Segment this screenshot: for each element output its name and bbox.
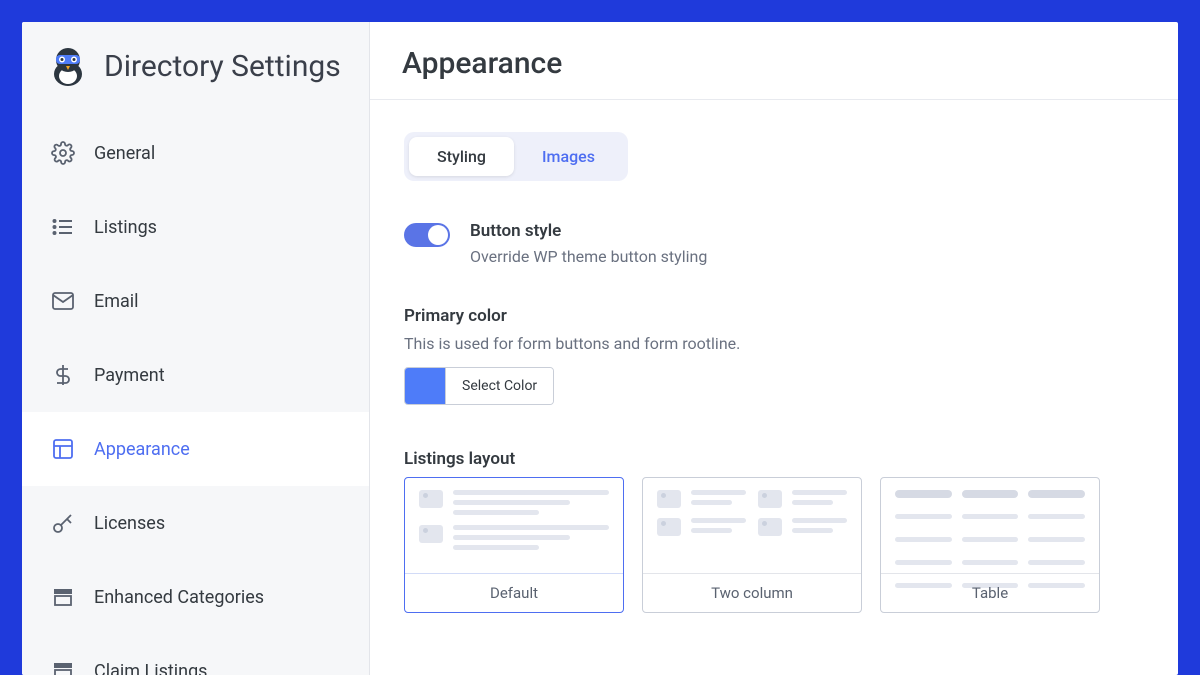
main-panel: Appearance Styling Images Button style O… [370, 22, 1178, 675]
color-swatch[interactable] [405, 368, 445, 404]
sidebar-item-label: Payment [94, 365, 165, 386]
archive-icon [50, 584, 76, 610]
toggle-text: Button style Override WP theme button st… [470, 221, 707, 266]
layout-icon [50, 436, 76, 462]
listings-layout-section: Listings layout Default [404, 449, 1144, 613]
primary-color-title: Primary color [404, 306, 1144, 326]
layout-options: Default [404, 477, 1144, 613]
sidebar-item-label: General [94, 143, 155, 164]
sidebar-item-label: Email [94, 291, 139, 312]
page-title: Appearance [402, 46, 1146, 81]
sidebar-item-licenses[interactable]: Licenses [22, 486, 369, 560]
sidebar-item-payment[interactable]: Payment [22, 338, 369, 412]
sidebar-item-label: Claim Listings [94, 661, 207, 675]
sidebar-header: Directory Settings [22, 22, 369, 110]
tabs: Styling Images [404, 132, 628, 181]
layout-preview [405, 478, 623, 574]
sidebar-item-label: Appearance [94, 439, 190, 460]
sidebar-item-label: Listings [94, 217, 157, 238]
button-style-row: Button style Override WP theme button st… [404, 221, 1144, 266]
layout-option-table[interactable]: Table [880, 477, 1100, 613]
button-style-desc: Override WP theme button styling [470, 247, 707, 266]
archive-icon [50, 658, 76, 675]
color-picker: Select Color [404, 367, 554, 405]
main-header: Appearance [370, 22, 1178, 100]
main-content: Styling Images Button style Override WP … [370, 100, 1178, 645]
mail-icon [50, 288, 76, 314]
app-window: Directory Settings General [22, 22, 1178, 675]
sidebar-title: Directory Settings [104, 49, 341, 84]
sidebar: Directory Settings General [22, 22, 370, 675]
key-icon [50, 510, 76, 536]
select-color-button[interactable]: Select Color [445, 368, 553, 404]
primary-color-section: Primary color This is used for form butt… [404, 306, 1144, 449]
sidebar-item-claim-listings[interactable]: Claim Listings [22, 634, 369, 675]
sidebar-item-label: Enhanced Categories [94, 587, 264, 608]
sidebar-item-appearance[interactable]: Appearance [22, 412, 369, 486]
layout-label: Default [405, 574, 623, 612]
sidebar-item-label: Licenses [94, 513, 165, 534]
dollar-icon [50, 362, 76, 388]
layout-preview [881, 478, 1099, 574]
sidebar-nav: General Listings Email [22, 110, 369, 675]
sidebar-item-listings[interactable]: Listings [22, 190, 369, 264]
layout-label: Table [881, 574, 1099, 612]
sidebar-item-general[interactable]: General [22, 116, 369, 190]
layout-preview [643, 478, 861, 574]
tab-images[interactable]: Images [514, 137, 623, 176]
layout-option-default[interactable]: Default [404, 477, 624, 613]
layout-option-two-column[interactable]: Two column [642, 477, 862, 613]
primary-color-desc: This is used for form buttons and form r… [404, 334, 1144, 353]
sidebar-item-enhanced-categories[interactable]: Enhanced Categories [22, 560, 369, 634]
toggle-knob [428, 225, 448, 245]
sidebar-item-email[interactable]: Email [22, 264, 369, 338]
button-style-toggle[interactable] [404, 223, 450, 247]
layout-label: Two column [643, 574, 861, 612]
button-style-title: Button style [470, 221, 707, 241]
list-icon [50, 214, 76, 240]
listings-layout-title: Listings layout [404, 449, 1144, 469]
tab-styling[interactable]: Styling [409, 137, 514, 176]
logo-icon [46, 44, 90, 88]
gear-icon [50, 140, 76, 166]
